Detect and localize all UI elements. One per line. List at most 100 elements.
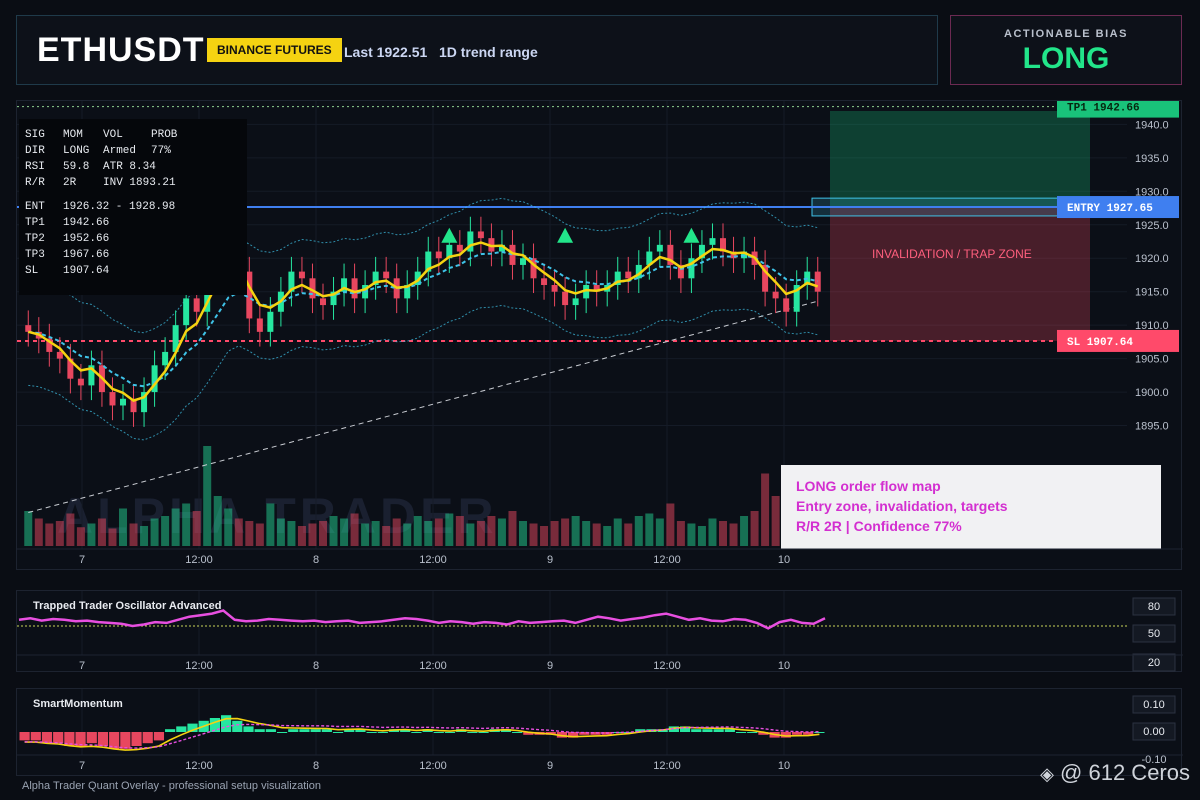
- volume-bar: [634, 516, 643, 546]
- volume-bar: [550, 521, 559, 546]
- volume-bar: [192, 511, 201, 546]
- momentum-bar: [209, 718, 220, 732]
- volume-bar: [266, 503, 275, 546]
- attribution-text: @ 612 Ceros: [1060, 760, 1190, 785]
- level-row: TP3 1967.66: [25, 247, 241, 263]
- oscillator-chart[interactable]: Trapped Trader Oscillator Advanced 80 50 20…: [17, 591, 1183, 673]
- volume-bar: [24, 511, 33, 546]
- volume-bar: [750, 511, 759, 546]
- last-price-label: Last 1922.51 1D trend range: [344, 44, 538, 60]
- overlay-text-line3: R/R 2R | Confidence 77%: [796, 518, 962, 534]
- x-tick-label: 12:00: [419, 760, 447, 772]
- level-cell: TP1: [25, 217, 45, 229]
- level-cell: ENT: [25, 201, 45, 213]
- attribution-watermark: ◈ @ 612 Ceros: [1040, 760, 1190, 786]
- info-cell: DIR: [25, 145, 45, 157]
- y-tick-label: 50: [1148, 628, 1160, 640]
- momentum-bar: [713, 729, 724, 732]
- momentum-panel[interactable]: SmartMomentum 0.10 0.00 -0.10 7 12:00 8 12:00 9 1…: [16, 688, 1183, 777]
- candle-body: [25, 325, 32, 332]
- momentum-bar: [332, 732, 344, 733]
- momentum-bar: [221, 715, 232, 732]
- volume-bar: [340, 518, 349, 546]
- oscillator-panel[interactable]: Trapped Trader Oscillator Advanced 80 50 20…: [16, 590, 1183, 673]
- x-tick-label: 9: [547, 554, 553, 566]
- volume-bar: [529, 523, 538, 546]
- x-tick-label: 7: [79, 554, 85, 566]
- oscillator-title: Trapped Trader Oscillator Advanced: [33, 600, 222, 612]
- info-row: SIG MOM VOL PROB: [25, 127, 241, 143]
- volume-bar: [719, 521, 727, 546]
- level-cell: TP2: [25, 233, 45, 245]
- info-cell: 2R: [63, 177, 77, 189]
- volume-bar: [361, 523, 370, 546]
- x-tick-label: 8: [313, 660, 319, 672]
- info-cell: ATR 8.34: [103, 161, 156, 173]
- volume-bar: [287, 521, 296, 546]
- volume-bar: [392, 518, 401, 546]
- y-tick-label: 1905.0: [1135, 354, 1169, 366]
- momentum-bar: [142, 732, 153, 744]
- volume-bar: [424, 521, 433, 546]
- y-tick-label: 0.00: [1143, 726, 1164, 738]
- momentum-bar: [86, 732, 97, 744]
- volume-bar: [55, 521, 64, 546]
- x-tick-label: 12:00: [185, 760, 213, 772]
- volume-bar: [161, 516, 170, 546]
- momentum-bar: [444, 732, 456, 733]
- volume-bar: [245, 521, 254, 546]
- overlay-text-line1: LONG order flow map: [796, 478, 941, 494]
- volume-bar: [487, 516, 496, 546]
- buy-signal-arrow-icon: [683, 227, 700, 243]
- level-cell: 1926.32 - 1928.98: [63, 201, 176, 213]
- info-cell: 77%: [151, 145, 171, 157]
- volume-bar: [466, 523, 475, 546]
- info-cell: RSI: [25, 161, 45, 173]
- price-chart-panel[interactable]: ALPHA TRADER 1895.0 1900.0 1905.0 1910.0 1915…: [16, 100, 1183, 570]
- volume-bar: [582, 521, 591, 546]
- volume-bar: [76, 527, 85, 546]
- x-tick-label: 8: [313, 554, 319, 566]
- y-tick-label: 1935.0: [1135, 153, 1169, 165]
- volume-bar: [234, 518, 243, 546]
- y-tick-label: 1940.0: [1135, 119, 1169, 131]
- candle-body: [246, 271, 253, 319]
- x-tick-label: 9: [547, 660, 553, 672]
- bias-panel: ACTIONABLE BIAS LONG: [950, 15, 1182, 85]
- volume-bar: [497, 518, 506, 546]
- momentum-bar: [30, 732, 41, 741]
- volume-bar: [761, 473, 770, 546]
- volume-bar: [45, 523, 54, 546]
- header-bar: ETHUSDT BINANCE FUTURES Last 1922.51 1D …: [16, 15, 938, 85]
- buy-signal-arrow-icon: [441, 227, 458, 243]
- y-tick-label: 1895.0: [1135, 421, 1169, 433]
- volume-bar: [203, 446, 212, 546]
- candle-body: [193, 298, 200, 312]
- momentum-bar: [153, 732, 165, 741]
- x-tick-label: 12:00: [653, 554, 681, 566]
- x-tick-label: 12:00: [653, 760, 681, 772]
- info-cell: LONG: [63, 145, 90, 157]
- volume-bar: [729, 523, 738, 546]
- candle-body: [656, 244, 663, 252]
- volume-bar: [519, 521, 527, 546]
- candle-body: [320, 298, 326, 306]
- momentum-bar: [41, 732, 53, 744]
- volume-bar: [329, 516, 338, 546]
- candle-body: [709, 238, 716, 245]
- momentum-bar: [131, 732, 142, 746]
- momentum-bar: [254, 729, 265, 732]
- momentum-bar: [265, 729, 276, 732]
- candle-body: [256, 318, 263, 332]
- y-tick-label: 1915.0: [1135, 287, 1169, 299]
- tp1-price-tag: TP1 1942.66: [1067, 103, 1140, 115]
- x-tick-label: 10: [778, 660, 790, 672]
- candle-body: [562, 291, 569, 306]
- entry-price-tag: ENTRY 1927.65: [1067, 203, 1153, 215]
- candle-body: [814, 271, 821, 292]
- momentum-bar: [433, 732, 444, 733]
- volume-bar: [613, 518, 622, 546]
- info-cell: VOL: [103, 129, 123, 141]
- momentum-chart[interactable]: SmartMomentum 0.100.00-0.107 12:00 8 12:00 9 1…: [17, 689, 1183, 777]
- volume-bar: [371, 521, 380, 546]
